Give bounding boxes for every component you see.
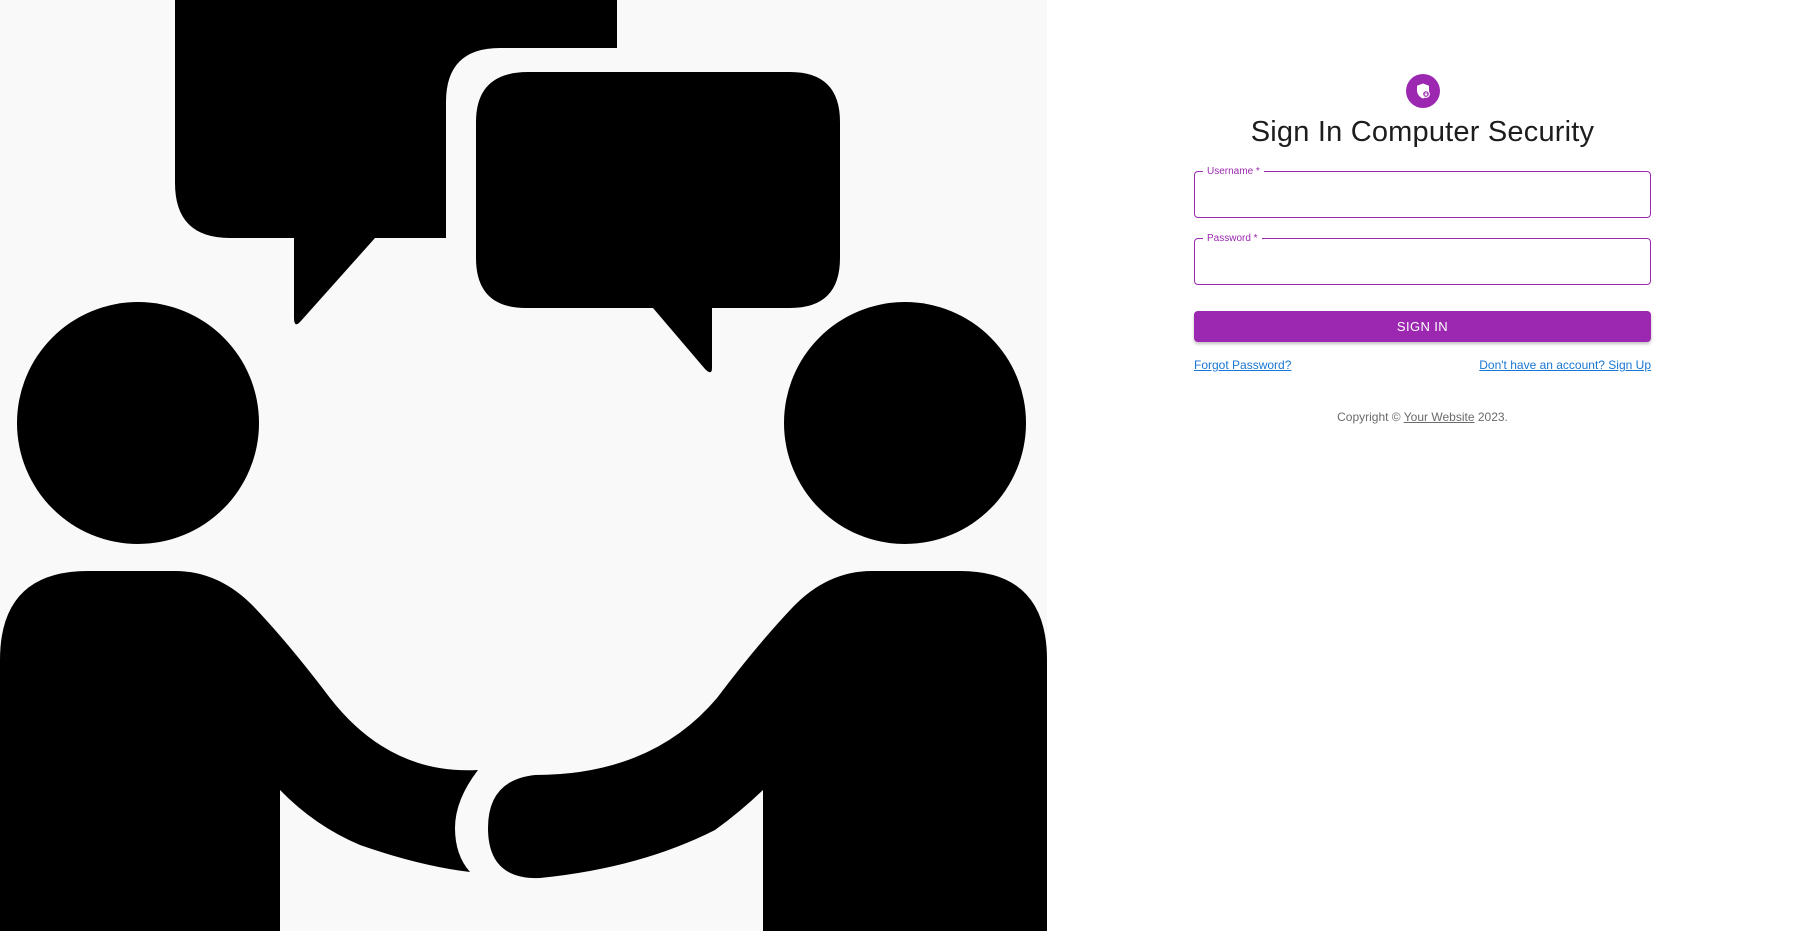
forgot-password-link[interactable]: Forgot Password?: [1194, 358, 1291, 372]
copyright-text: Copyright © Your Website 2023.: [1337, 410, 1508, 424]
copyright-prefix: Copyright ©: [1337, 410, 1401, 424]
sign-in-form-panel: Sign In Computer Security Username * Pas…: [1047, 0, 1798, 931]
username-input[interactable]: [1195, 172, 1650, 217]
page-title: Sign In Computer Security: [1250, 116, 1595, 148]
sign-in-page: Sign In Computer Security Username * Pas…: [0, 0, 1798, 931]
shield-lock-icon: [1416, 83, 1430, 99]
copyright-year: 2023.: [1477, 410, 1508, 424]
sign-in-form: Sign In Computer Security Username * Pas…: [1194, 74, 1651, 424]
illustration-panel: [0, 0, 1047, 931]
username-field[interactable]: Username *: [1194, 165, 1651, 218]
website-link[interactable]: Your Website: [1404, 410, 1475, 424]
password-field[interactable]: Password *: [1194, 232, 1651, 285]
password-label: Password *: [1203, 232, 1262, 245]
avatar: [1405, 74, 1440, 108]
people-conversation-icon: [0, 0, 1047, 931]
username-label: Username *: [1203, 165, 1264, 178]
password-input[interactable]: [1195, 239, 1650, 284]
sign-up-link[interactable]: Don't have an account? Sign Up: [1479, 358, 1651, 372]
sign-in-button[interactable]: SIGN IN: [1194, 311, 1651, 342]
auth-links: Forgot Password? Don't have an account? …: [1194, 358, 1651, 372]
